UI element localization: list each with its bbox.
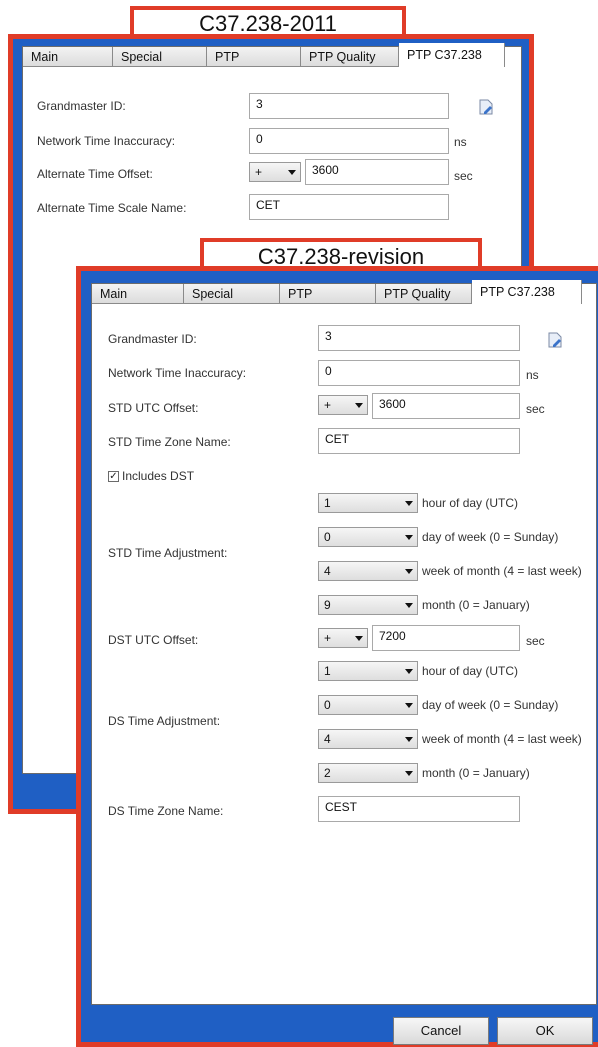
std-utc-offset-sign-select[interactable]: + (318, 395, 368, 415)
select-value: 4 (324, 732, 331, 746)
chevron-down-icon (405, 669, 413, 674)
sign-value: + (255, 165, 263, 179)
chevron-down-icon (405, 603, 413, 608)
ds-adjust-hour-select[interactable]: 1 (318, 661, 418, 681)
select-value: 0 (324, 698, 331, 712)
network-time-inaccuracy-field[interactable]: 0 (249, 128, 449, 154)
tab-main[interactable]: Main (92, 284, 184, 304)
std-time-adjustment-label: STD Time Adjustment: (108, 546, 228, 560)
dst-utc-offset-sign-select[interactable]: + (318, 628, 368, 648)
ok-button[interactable]: OK (497, 1017, 593, 1045)
dst-utc-offset-label: DST UTC Offset: (108, 633, 199, 647)
tab-ptp-c37238[interactable]: PTP C37.238 (472, 280, 582, 304)
ds-time-zone-name-label: DS Time Zone Name: (108, 804, 224, 818)
chevron-down-icon (405, 737, 413, 742)
dst-utc-offset-field[interactable]: 7200 (372, 625, 520, 651)
ds-adjust-week-select[interactable]: 4 (318, 729, 418, 749)
sign-value: + (324, 398, 332, 412)
std-adjust-hour-select[interactable]: 1 (318, 493, 418, 513)
std-utc-offset-field[interactable]: 3600 (372, 393, 520, 419)
ns-unit: ns (454, 135, 467, 149)
chevron-down-icon (405, 535, 413, 540)
chevron-down-icon (288, 170, 296, 175)
std-adjust-hour-desc: hour of day (UTC) (422, 496, 519, 510)
tab-ptp-c37238[interactable]: PTP C37.238 (399, 43, 505, 67)
tab-ptp[interactable]: PTP (280, 284, 376, 304)
alternate-time-offset-sign-select[interactable]: + (249, 162, 301, 182)
std-adjust-month-desc: month (0 = January) (422, 598, 530, 612)
network-time-inaccuracy-label: Network Time Inaccuracy: (108, 366, 247, 380)
alternate-time-offset-field[interactable]: 3600 (305, 159, 449, 185)
ds-adjust-week-desc: week of month (4 = last week) (422, 732, 582, 746)
tab-bar-revision: Main Special PTP PTP Quality PTP C37.238 (92, 280, 582, 304)
ds-time-zone-name-field[interactable]: CEST (318, 796, 520, 822)
tab-special[interactable]: Special (184, 284, 280, 304)
select-value: 0 (324, 530, 331, 544)
edit-document-icon[interactable] (548, 332, 562, 348)
ds-adjust-month-desc: month (0 = January) (422, 766, 530, 780)
sec-unit: sec (526, 402, 545, 416)
alternate-time-scale-name-field[interactable]: CET (249, 194, 449, 220)
chevron-down-icon (405, 771, 413, 776)
std-adjust-dow-desc: day of week (0 = Sunday) (422, 530, 559, 544)
includes-dst-checkbox[interactable]: ✓ (108, 471, 119, 482)
std-adjust-dow-select[interactable]: 0 (318, 527, 418, 547)
chevron-down-icon (405, 703, 413, 708)
network-time-inaccuracy-label: Network Time Inaccuracy: (37, 134, 176, 148)
sec-unit: sec (526, 634, 545, 648)
chevron-down-icon (405, 569, 413, 574)
tab-bar-2011: Main Special PTP PTP Quality PTP C37.238 (23, 43, 505, 67)
ds-adjust-dow-desc: day of week (0 = Sunday) (422, 698, 559, 712)
alternate-time-offset-label: Alternate Time Offset: (37, 167, 153, 181)
sign-value: + (324, 631, 332, 645)
select-value: 1 (324, 496, 331, 510)
select-value: 9 (324, 598, 331, 612)
ds-adjust-dow-select[interactable]: 0 (318, 695, 418, 715)
tab-ptp-quality[interactable]: PTP Quality (376, 284, 472, 304)
version-label-2011: C37.238-2011 (130, 6, 406, 36)
chevron-down-icon (355, 403, 363, 408)
tab-ptp[interactable]: PTP (207, 47, 301, 67)
includes-dst-label: Includes DST (122, 469, 195, 483)
ds-adjust-month-select[interactable]: 2 (318, 763, 418, 783)
chevron-down-icon (405, 501, 413, 506)
grandmaster-id-label: Grandmaster ID: (108, 332, 197, 346)
network-time-inaccuracy-field[interactable]: 0 (318, 360, 520, 386)
ns-unit: ns (526, 368, 539, 382)
tab-main[interactable]: Main (23, 47, 113, 67)
grandmaster-id-field[interactable]: 3 (318, 325, 520, 351)
grandmaster-id-field[interactable]: 3 (249, 93, 449, 119)
window-c37-revision-panel: Main Special PTP PTP Quality PTP C37.238… (91, 280, 597, 1005)
grandmaster-id-label: Grandmaster ID: (37, 99, 126, 113)
edit-document-icon[interactable] (479, 99, 493, 115)
std-adjust-week-select[interactable]: 4 (318, 561, 418, 581)
chevron-down-icon (355, 636, 363, 641)
std-adjust-week-desc: week of month (4 = last week) (422, 564, 582, 578)
ds-time-adjustment-label: DS Time Adjustment: (108, 714, 221, 728)
select-value: 4 (324, 564, 331, 578)
cancel-button[interactable]: Cancel (393, 1017, 489, 1045)
std-adjust-month-select[interactable]: 9 (318, 595, 418, 615)
std-utc-offset-label: STD UTC Offset: (108, 401, 199, 415)
alternate-time-scale-name-label: Alternate Time Scale Name: (37, 201, 187, 215)
sec-unit: sec (454, 169, 473, 183)
tab-ptp-quality[interactable]: PTP Quality (301, 47, 399, 67)
window-c37-revision: Main Special PTP PTP Quality PTP C37.238… (76, 266, 598, 1047)
std-time-zone-name-field[interactable]: CET (318, 428, 520, 454)
tab-special[interactable]: Special (113, 47, 207, 67)
select-value: 2 (324, 766, 331, 780)
select-value: 1 (324, 664, 331, 678)
std-time-zone-name-label: STD Time Zone Name: (108, 435, 231, 449)
ds-adjust-hour-desc: hour of day (UTC) (422, 664, 519, 678)
